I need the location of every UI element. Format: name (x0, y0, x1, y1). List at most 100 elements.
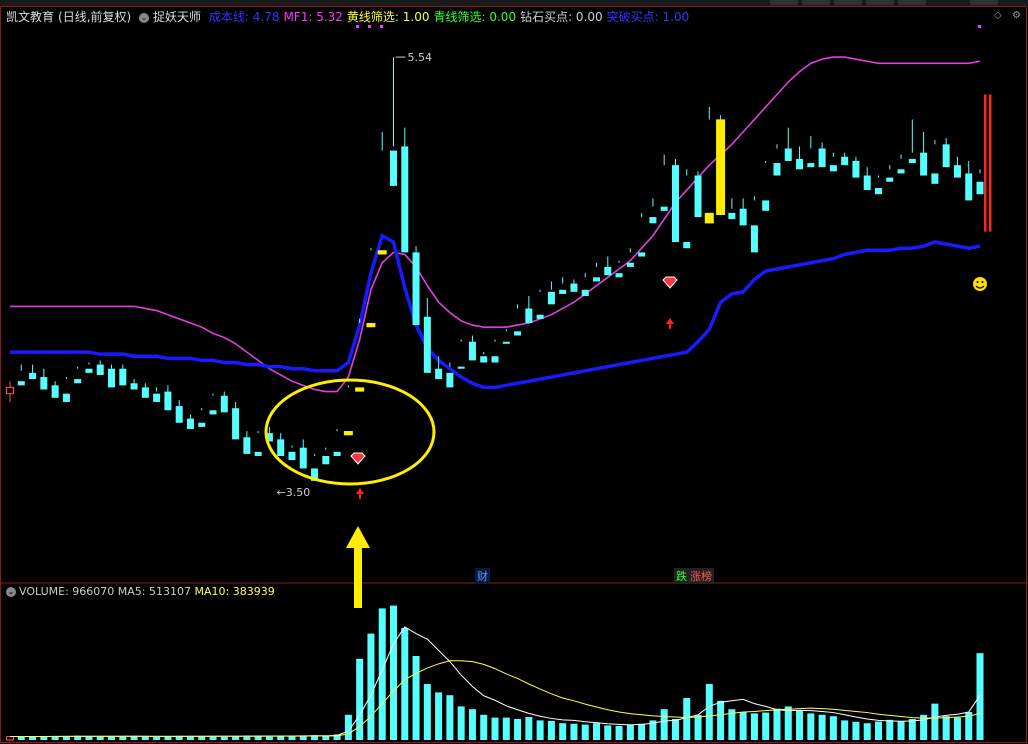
volume-bar (717, 700, 725, 740)
candle-body (886, 177, 894, 182)
candle-body (130, 383, 138, 390)
signal-bar (984, 94, 987, 232)
candle-body (773, 163, 781, 176)
header-dot (978, 25, 981, 28)
volume-bar (897, 720, 905, 740)
candle-body (435, 368, 443, 380)
volume-bar (457, 706, 465, 740)
candle-body (852, 160, 860, 178)
candle-body (502, 341, 510, 344)
highlight-bar (716, 119, 726, 215)
volume-bar (536, 720, 544, 740)
volume-bar (796, 710, 804, 740)
candle-body (874, 187, 882, 195)
header-dot (368, 25, 371, 28)
volume-bar (829, 716, 837, 740)
volume-bar (468, 709, 476, 740)
volume-bar (660, 709, 668, 740)
kline-chart: 5.54 ←3.50 (0, 6, 1028, 743)
candle-body (423, 316, 431, 373)
volume-bar (626, 724, 634, 740)
finance-tag[interactable]: 财 (475, 568, 490, 584)
rank-tag-down[interactable]: 跌 (674, 568, 689, 584)
candle-body (604, 266, 612, 276)
candle-body (649, 217, 657, 224)
candle-body (818, 148, 826, 168)
volume-bar (389, 605, 397, 740)
volume-bar (220, 736, 228, 740)
volume-bar (818, 714, 826, 740)
candle-body (615, 273, 623, 278)
volume-bar (852, 721, 860, 740)
volume-bar (480, 714, 488, 740)
candle-body (74, 379, 82, 384)
volume-bar (153, 736, 161, 740)
candle-body (17, 381, 25, 386)
candle-body (931, 173, 939, 184)
candle-body (6, 386, 14, 395)
candle-body (62, 393, 70, 402)
highlight-bar (355, 387, 365, 392)
volume-label: VOLUME: (19, 585, 69, 598)
candle-body (186, 418, 194, 429)
candle-body (153, 393, 161, 402)
candle-body (322, 455, 330, 465)
candle-body (908, 158, 916, 164)
candle-body (965, 173, 973, 201)
candle-body (412, 252, 420, 326)
volume-bar (401, 628, 409, 740)
volume-bar (784, 706, 792, 740)
candle-body (480, 356, 488, 363)
candle-body (446, 372, 454, 388)
candle-body (953, 165, 961, 178)
rank-tag-up[interactable]: 涨榜 (688, 568, 714, 584)
volume-bar (525, 717, 533, 740)
candle-body (175, 406, 183, 423)
volume-bar (435, 692, 443, 740)
volume-bar (141, 736, 149, 740)
highlight-bar (343, 431, 353, 436)
volume-bar (931, 703, 939, 740)
volume-bar (96, 736, 104, 740)
volume-bar (773, 708, 781, 740)
highlight-bar (366, 323, 376, 328)
candle-body (141, 387, 149, 398)
diamond-signal-icon (662, 276, 678, 289)
candle-body (784, 148, 792, 161)
header-dot (380, 25, 383, 28)
volume-info-bar: ⌄ VOLUME: 966070 MA5: 513107 MA10: 383939 (6, 585, 275, 598)
candle-body (807, 163, 815, 168)
cost-line (10, 233, 981, 390)
volume-bar (547, 720, 555, 740)
candle-body (164, 391, 172, 411)
volume-bar (615, 726, 623, 740)
volume-bar (638, 723, 646, 740)
volume-bar (108, 736, 116, 740)
volume-bar (807, 713, 815, 740)
red-arrow-icon (356, 488, 364, 499)
volume-bar (694, 714, 702, 740)
highlight-bar (377, 250, 387, 255)
volume-bar (423, 684, 431, 740)
candle-body (671, 165, 679, 242)
candle-body (468, 341, 476, 361)
high-price-label: 5.54 (407, 51, 432, 64)
volume-bar (581, 724, 589, 740)
candle-body (593, 277, 601, 282)
volume-bar (254, 736, 262, 740)
volume-bar (874, 721, 882, 740)
volume-bar (705, 684, 713, 740)
candle-body (547, 291, 555, 305)
candle-body (841, 156, 849, 166)
candle-body (232, 408, 240, 440)
candle-body (638, 252, 646, 257)
candle-body (243, 437, 251, 454)
candle-body (96, 364, 104, 375)
volume-bar (288, 736, 296, 740)
candle-body (796, 158, 804, 170)
volume-bar (908, 719, 916, 740)
candle-body (660, 206, 668, 211)
volume-toggle-icon[interactable]: ⌄ (6, 587, 16, 597)
candle-body (108, 368, 116, 388)
volume-bar (841, 720, 849, 740)
